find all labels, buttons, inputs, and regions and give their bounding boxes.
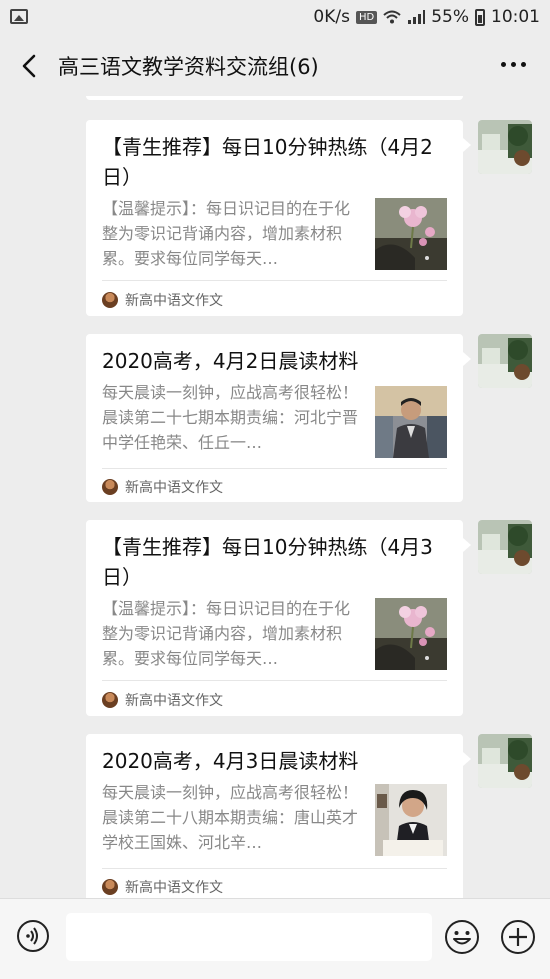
article-card[interactable]: 2020高考，4月3日晨读材料 每天晨读一刻钟，应战高考很轻松！晨读第二十八期本… <box>86 734 471 898</box>
official-account-logo <box>102 292 118 308</box>
official-account-logo <box>102 692 118 708</box>
card-desc: 每天晨读一刻钟，应战高考很轻松！晨读第二十八期本期责编：唐山英才学校王国姝、河北… <box>102 783 359 852</box>
thumbnail-teacher-woman <box>375 784 447 856</box>
battery-percent: 55% <box>431 7 469 27</box>
signal-icon <box>408 10 426 24</box>
thumbnail-flower <box>375 598 447 670</box>
card-desc: 每天晨读一刻钟，应战高考很轻松！晨读第二十七期本期责编：河北宁晋中学任艳荣、任丘… <box>102 383 359 452</box>
card-source: 新高中语文作文 <box>102 477 223 497</box>
card-title: 【青生推荐】每日10分钟热练（4月3日） <box>102 535 433 589</box>
card-divider <box>102 868 447 869</box>
page-title: 高三语文教学资料交流组(6) <box>58 55 319 79</box>
avatar[interactable] <box>478 120 532 174</box>
status-right: 0K/s HD 55% 10:01 <box>313 7 540 27</box>
card-title: 【青生推荐】每日10分钟热练（4月2日） <box>102 135 433 189</box>
card-divider <box>102 680 447 681</box>
avatar[interactable] <box>478 734 532 788</box>
avatar[interactable] <box>478 520 532 574</box>
thumbnail-flower <box>375 198 447 270</box>
image-notification-icon <box>10 9 28 24</box>
message-input[interactable] <box>66 913 432 961</box>
emoji-icon[interactable] <box>444 919 480 955</box>
article-card[interactable]: 2020高考，4月2日晨读材料 每天晨读一刻钟，应战高考很轻松！晨读第二十七期本… <box>86 334 471 502</box>
input-bar <box>0 898 550 979</box>
previous-message-tail <box>86 96 463 100</box>
card-source: 新高中语文作文 <box>102 690 223 710</box>
official-account-logo <box>102 479 118 495</box>
network-speed: 0K/s <box>313 7 350 27</box>
chat-header: 高三语文教学资料交流组(6) <box>0 36 550 96</box>
card-desc: 【温馨提示】：每日识记目的在于化整为零识记背诵内容，增加素材积累。要求每位同学每… <box>102 199 351 268</box>
article-card[interactable]: 【青生推荐】每日10分钟热练（4月3日） 【温馨提示】：每日识记目的在于化整为零… <box>86 520 471 716</box>
voice-icon[interactable] <box>16 919 50 953</box>
status-bar: 0K/s HD 55% 10:01 <box>0 0 550 36</box>
clock: 10:01 <box>491 7 540 27</box>
chevron-left-icon[interactable] <box>16 52 44 80</box>
source-name: 新高中语文作文 <box>125 693 223 709</box>
avatar[interactable] <box>478 334 532 388</box>
official-account-logo <box>102 879 118 895</box>
source-name: 新高中语文作文 <box>125 293 223 309</box>
battery-icon <box>475 8 485 26</box>
card-source: 新高中语文作文 <box>102 877 223 897</box>
chat-list: 【青生推荐】每日10分钟热练（4月2日） 【温馨提示】：每日识记目的在于化整为零… <box>0 96 550 898</box>
card-source: 新高中语文作文 <box>102 290 223 310</box>
more-dots-icon[interactable] <box>501 62 526 67</box>
hd-badge: HD <box>355 10 378 24</box>
wifi-icon <box>383 10 401 24</box>
card-title: 2020高考，4月3日晨读材料 <box>102 749 359 773</box>
thumbnail-teacher-man <box>375 386 447 458</box>
article-card[interactable]: 【青生推荐】每日10分钟热练（4月2日） 【温馨提示】：每日识记目的在于化整为零… <box>86 120 471 316</box>
card-desc: 【温馨提示】：每日识记目的在于化整为零识记背诵内容，增加素材积累。要求每位同学每… <box>102 599 351 668</box>
source-name: 新高中语文作文 <box>125 880 223 896</box>
source-name: 新高中语文作文 <box>125 480 223 496</box>
card-divider <box>102 468 447 469</box>
card-divider <box>102 280 447 281</box>
card-title: 2020高考，4月2日晨读材料 <box>102 349 359 373</box>
plus-icon[interactable] <box>500 919 536 955</box>
